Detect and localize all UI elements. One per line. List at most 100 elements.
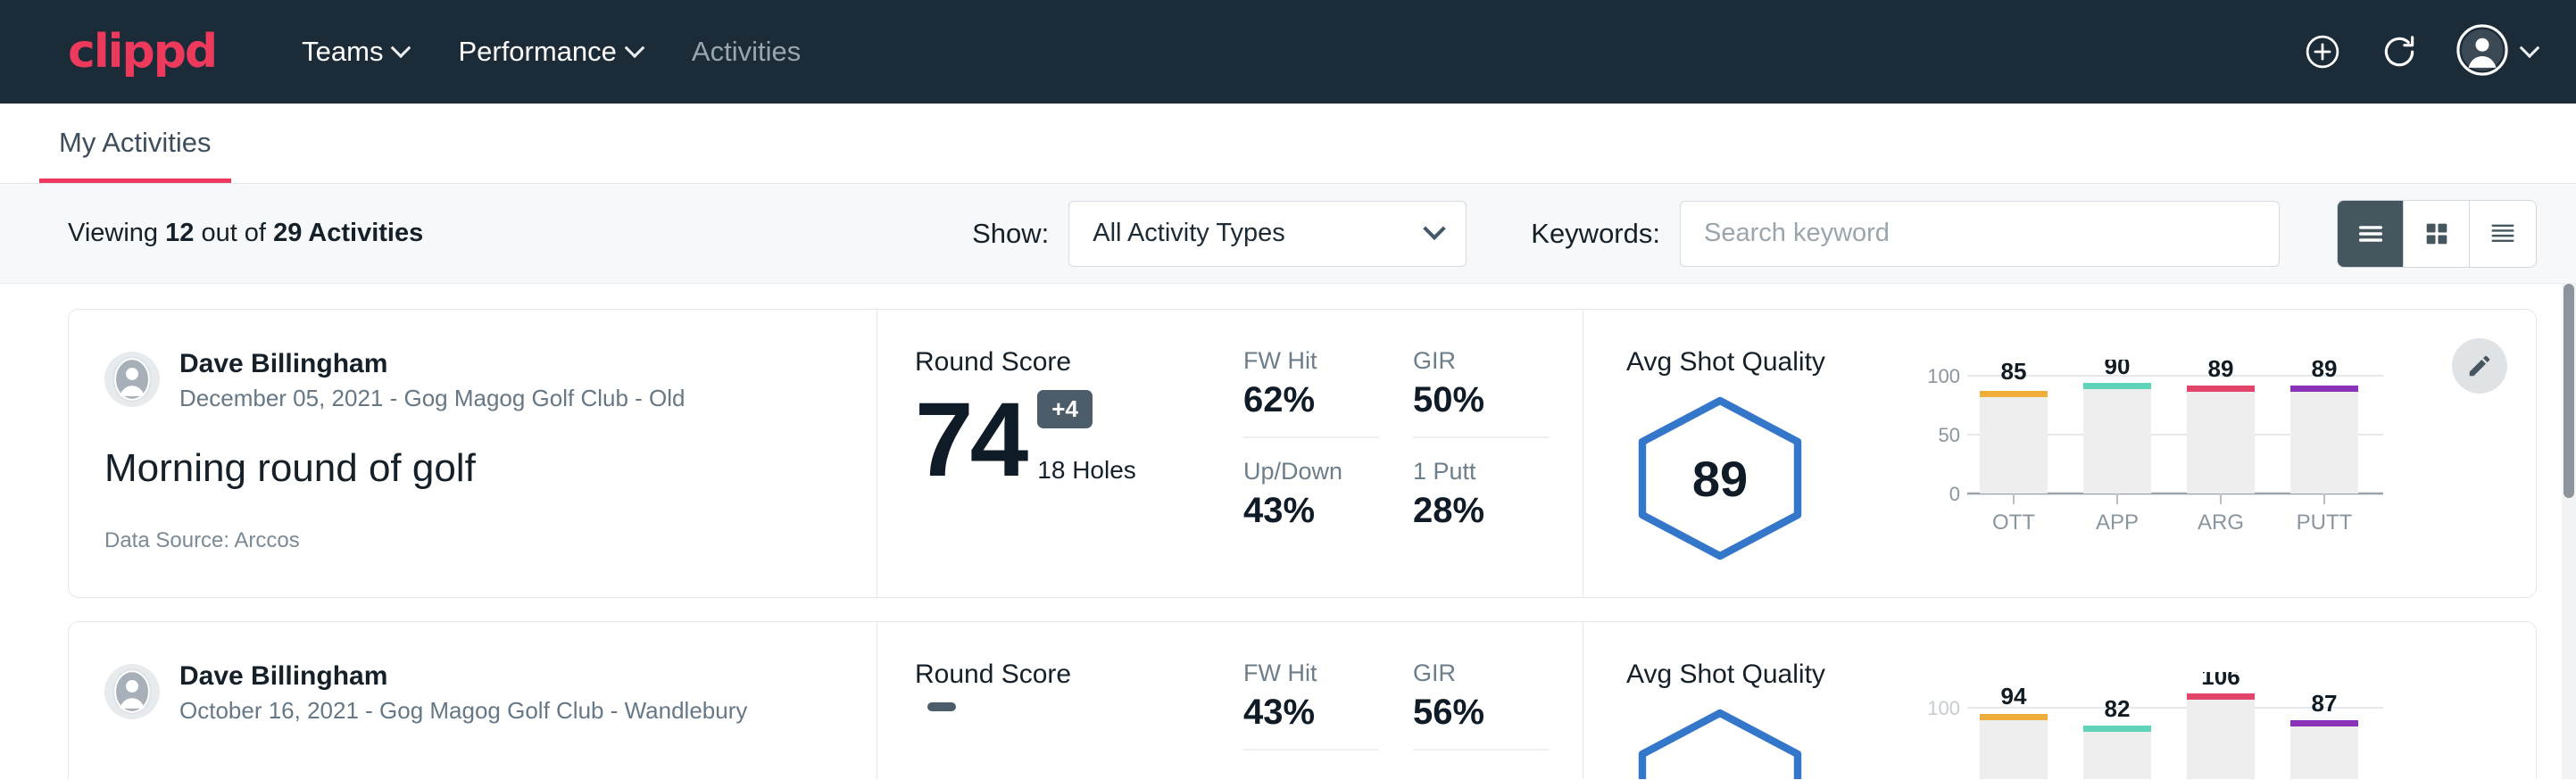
stat-fw-hit-value: 43% <box>1243 693 1379 733</box>
activity-card[interactable]: Dave Billingham December 05, 2021 - Gog … <box>68 309 2537 598</box>
top-navbar: clippd Teams Performance Activities <box>0 0 2576 104</box>
avatar <box>104 664 160 719</box>
svg-text:85: 85 <box>2001 360 2027 385</box>
viewing-summary: Viewing 12 out of 29 Activities <box>68 219 423 248</box>
chevron-down-icon <box>1424 217 1446 239</box>
activity-type-value: All Activity Types <box>1093 219 1426 248</box>
filter-controls: Show: All Activity Types Keywords: <box>972 200 2537 268</box>
round-score-row <box>915 702 1208 779</box>
viewing-middle: out of <box>201 219 266 247</box>
round-score-row: 74 +4 18 Holes <box>915 390 1208 490</box>
avg-shot-quality-heading: Avg Shot Quality <box>1626 660 1894 690</box>
stat-fw-hit-label: FW Hit <box>1243 660 1379 687</box>
round-score-section: Round Score 74 +4 18 Holes <box>877 310 1208 597</box>
svg-text:50: 50 <box>1939 424 1960 446</box>
grid-view-toggle[interactable] <box>2404 201 2470 267</box>
avatar <box>104 352 160 407</box>
svg-text:100: 100 <box>1927 365 1960 387</box>
tab-my-activities[interactable]: My Activities <box>39 127 231 183</box>
stat-one-putt-label: 1 Putt <box>1413 458 1549 485</box>
vertical-scrollbar[interactable] <box>2562 284 2576 779</box>
filter-bar: Viewing 12 out of 29 Activities Show: Al… <box>0 184 2576 284</box>
avatar <box>2456 24 2508 80</box>
activity-title: Morning round of golf <box>104 446 841 491</box>
round-score-section: Round Score <box>877 622 1208 779</box>
nav-item-performance[interactable]: Performance <box>458 36 641 68</box>
activity-meta: December 05, 2021 - Gog Magog Golf Club … <box>179 385 686 412</box>
nav-item-activities-label: Activities <box>692 36 801 68</box>
nav-item-teams-label: Teams <box>302 36 383 68</box>
stat-gir-label: GIR <box>1413 660 1549 687</box>
activity-author-name: Dave Billingham <box>179 660 747 693</box>
svg-text:APP: APP <box>2096 510 2139 535</box>
tab-my-activities-label: My Activities <box>59 127 212 158</box>
avg-shot-quality-value: 89 <box>1626 394 1814 563</box>
activity-data-source: Data Source: Arccos <box>104 528 841 553</box>
activity-summary: Dave Billingham December 05, 2021 - Gog … <box>69 310 877 597</box>
stat-gir: GIR 50% <box>1413 347 1549 438</box>
stat-gir-value: 56% <box>1413 693 1549 733</box>
shot-quality-bar-chart: 100 94 82 106 87 <box>1912 672 2394 779</box>
round-score-heading: Round Score <box>915 347 1208 378</box>
stat-up-down-value: 43% <box>1243 491 1379 531</box>
activity-author-name: Dave Billingham <box>179 347 686 381</box>
round-score-value: 74 <box>915 390 1025 490</box>
activity-summary: Dave Billingham October 16, 2021 - Gog M… <box>69 622 877 779</box>
shot-quality-chart: 100 50 0 85 OTT 90 APP <box>1894 347 2536 567</box>
primary-nav: Teams Performance Activities <box>302 36 801 68</box>
svg-text:100: 100 <box>1927 697 1960 719</box>
activity-list: Dave Billingham December 05, 2021 - Gog … <box>0 284 2576 779</box>
stat-up-down-label: Up/Down <box>1243 458 1379 485</box>
avg-shot-quality-section: Avg Shot Quality 100 94 82 <box>1583 622 2536 779</box>
svg-text:90: 90 <box>2105 360 2131 379</box>
svg-text:94: 94 <box>2001 683 2027 709</box>
chevron-down-icon <box>2520 37 2540 58</box>
chevron-down-icon <box>391 37 411 58</box>
view-mode-toggle-group <box>2337 200 2537 268</box>
activity-author: Dave Billingham October 16, 2021 - Gog M… <box>104 660 841 725</box>
stat-gir: GIR 56% <box>1413 660 1549 751</box>
refresh-icon[interactable] <box>2380 32 2419 71</box>
activity-meta: October 16, 2021 - Gog Magog Golf Club -… <box>179 697 747 725</box>
stat-up-down: Up/Down 43% <box>1243 458 1379 547</box>
scrollbar-thumb[interactable] <box>2564 284 2574 498</box>
activity-type-select[interactable]: All Activity Types <box>1068 201 1467 267</box>
svg-text:OTT: OTT <box>1992 510 2035 535</box>
stat-fw-hit-label: FW Hit <box>1243 347 1379 375</box>
search-input[interactable] <box>1680 201 2280 267</box>
viewing-prefix: Viewing <box>68 219 158 247</box>
nav-item-teams[interactable]: Teams <box>302 36 408 68</box>
add-circle-icon[interactable] <box>2303 32 2342 71</box>
score-diff-badge: +4 <box>1037 390 1093 428</box>
list-view-toggle[interactable] <box>2338 201 2404 267</box>
activity-card[interactable]: Dave Billingham October 16, 2021 - Gog M… <box>68 621 2537 779</box>
user-menu[interactable] <box>2456 24 2537 80</box>
svg-text:89: 89 <box>2312 360 2338 382</box>
edit-activity-button[interactable] <box>2452 338 2507 394</box>
svg-text:PUTT: PUTT <box>2297 510 2353 535</box>
nav-item-performance-label: Performance <box>458 36 616 68</box>
avg-shot-quality-section: Avg Shot Quality 89 100 50 0 <box>1583 310 2536 597</box>
stat-fw-hit-value: 62% <box>1243 380 1379 420</box>
svg-text:0: 0 <box>1949 483 1960 505</box>
chevron-down-icon <box>625 37 645 58</box>
round-stats-grid: FW Hit 62% GIR 50% Up/Down 43% 1 Putt 28… <box>1208 310 1583 597</box>
stat-fw-hit: FW Hit 43% <box>1243 660 1379 751</box>
activity-author: Dave Billingham December 05, 2021 - Gog … <box>104 347 841 412</box>
shot-quality-chart: 100 94 82 106 87 <box>1894 660 2536 779</box>
tab-bar: My Activities <box>0 104 2576 184</box>
avg-shot-quality-heading: Avg Shot Quality <box>1626 347 1894 378</box>
svg-text:87: 87 <box>2312 690 2338 717</box>
compact-view-toggle[interactable] <box>2470 201 2536 267</box>
stat-gir-label: GIR <box>1413 347 1549 375</box>
svg-text:82: 82 <box>2105 695 2131 722</box>
round-stats-grid: FW Hit 43% GIR 56% <box>1208 622 1583 779</box>
quality-hexagon: 89 <box>1626 394 1814 563</box>
clippd-logo[interactable]: clippd <box>68 29 216 75</box>
stat-one-putt-value: 28% <box>1413 491 1549 531</box>
nav-item-activities[interactable]: Activities <box>692 36 801 68</box>
viewing-total: 29 Activities <box>273 219 423 247</box>
svg-text:106: 106 <box>2201 672 2239 690</box>
stat-gir-value: 50% <box>1413 380 1549 420</box>
show-label: Show: <box>972 218 1049 250</box>
